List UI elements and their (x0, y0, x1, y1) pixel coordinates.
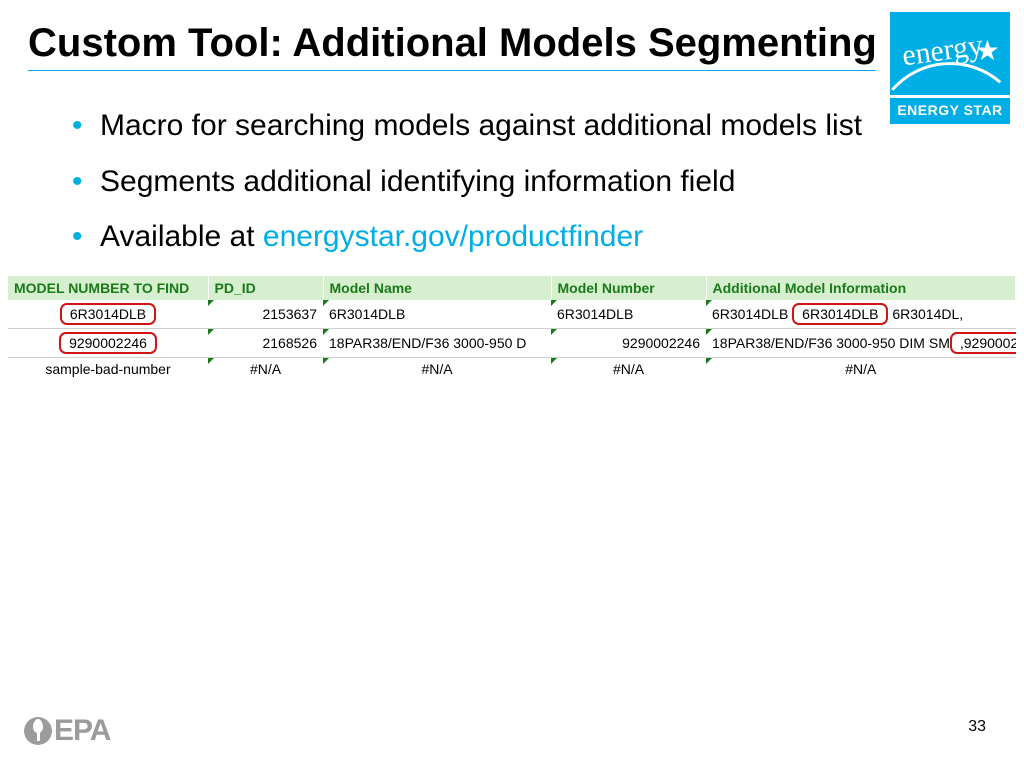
results-table: MODEL NUMBER TO FIND PD_ID Model Name Mo… (8, 276, 1016, 380)
cell-model-to-find: 9290002246 (8, 328, 208, 357)
col-model-name: Model Name (323, 276, 551, 300)
highlight-box: 6R3014DLB (792, 303, 888, 325)
cell-model-name: #N/A (323, 357, 551, 380)
cell-model-number: #N/A (551, 357, 706, 380)
table-header-row: MODEL NUMBER TO FIND PD_ID Model Name Mo… (8, 276, 1016, 300)
cell-model-name: 6R3014DLB (323, 300, 551, 329)
page-number: 33 (968, 718, 986, 736)
table-row: 6R3014DLB21536376R3014DLB6R3014DLB6R3014… (8, 300, 1016, 329)
slide-title: Custom Tool: Additional Models Segmentin… (28, 20, 996, 66)
addl-text: 6R3014DLB (712, 306, 792, 322)
table-row: sample-bad-number#N/A#N/A#N/A#N/A (8, 357, 1016, 380)
highlight-box: 9290002246 (59, 332, 157, 354)
cell-pd-id: 2168526 (208, 328, 323, 357)
bullet-item: Segments additional identifying informat… (72, 163, 968, 201)
cell-additional-info: 18PAR38/END/F36 3000-950 DIM SM,92900022… (706, 328, 1016, 357)
cell-model-to-find: sample-bad-number (8, 357, 208, 380)
col-pd-id: PD_ID (208, 276, 323, 300)
bullet-text: Segments additional identifying informat… (100, 165, 735, 198)
product-finder-link[interactable]: energystar.gov/productfinder (263, 220, 643, 253)
bullet-item: Macro for searching models against addit… (72, 107, 968, 145)
bullet-list: Macro for searching models against addit… (0, 71, 1024, 256)
cell-model-name: 18PAR38/END/F36 3000-950 D (323, 328, 551, 357)
star-icon: ★ (975, 34, 1000, 67)
cell-model-number: 6R3014DLB (551, 300, 706, 329)
addl-text: 18PAR38/END/F36 3000-950 DIM SM (712, 335, 950, 351)
addl-text: #N/A (845, 361, 876, 377)
bullet-text: Available at (100, 220, 263, 253)
table-row: 9290002246216852618PAR38/END/F36 3000-95… (8, 328, 1016, 357)
bullet-text: Macro for searching models against addit… (100, 109, 862, 142)
cell-additional-info: #N/A (706, 357, 1016, 380)
cell-model-number: 9290002246 (551, 328, 706, 357)
bullet-item: Available at energystar.gov/productfinde… (72, 218, 968, 256)
epa-logo: EPA (24, 714, 110, 748)
highlight-box: 6R3014DLB (60, 303, 156, 325)
epa-text: EPA (54, 714, 110, 748)
addl-text: 6R3014DL, (888, 306, 963, 322)
cell-pd-id: 2153637 (208, 300, 323, 329)
col-model-number: Model Number (551, 276, 706, 300)
cell-pd-id: #N/A (208, 357, 323, 380)
cell-model-to-find: 6R3014DLB (8, 300, 208, 329)
col-additional-info: Additional Model Information (706, 276, 1016, 300)
addl-tail: ,92900022** (950, 332, 1016, 354)
cell-additional-info: 6R3014DLB 6R3014DLB 6R3014DL, (706, 300, 1016, 329)
epa-flower-icon (24, 717, 52, 745)
col-model-to-find: MODEL NUMBER TO FIND (8, 276, 208, 300)
